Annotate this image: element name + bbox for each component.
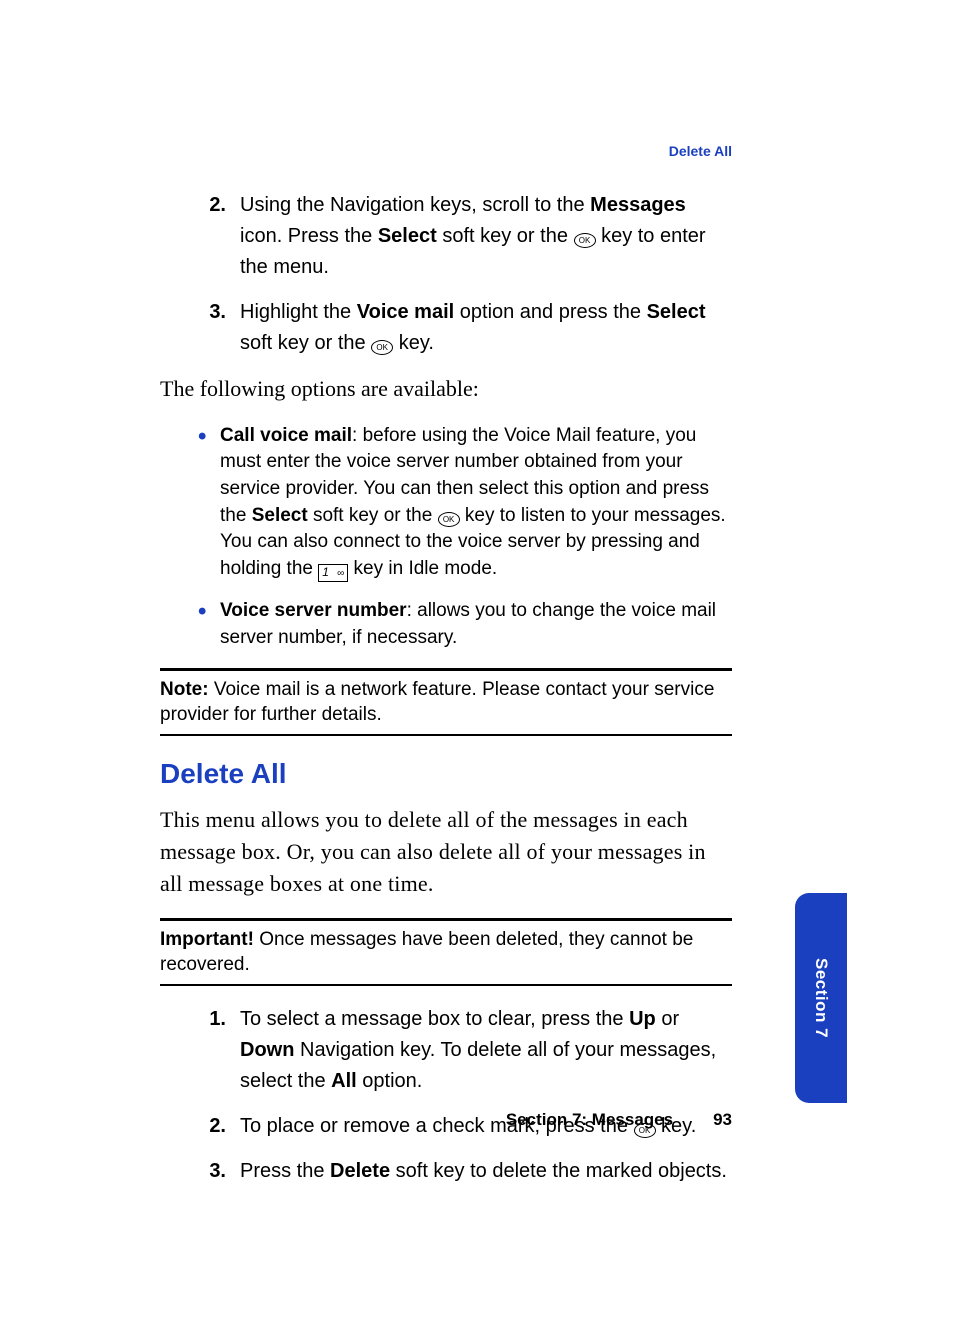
numbered-steps-1: 2. Using the Navigation keys, scroll to … xyxy=(160,190,732,359)
step-number: 3. xyxy=(160,1156,240,1187)
text: key in Idle mode. xyxy=(348,558,497,579)
step-body: Highlight the Voice mail option and pres… xyxy=(240,297,732,359)
bullet-list: Call voice mail: before using the Voice … xyxy=(160,423,732,652)
text: or xyxy=(656,1008,679,1030)
text: soft key or the xyxy=(240,332,371,354)
step-3: 3. Highlight the Voice mail option and p… xyxy=(160,297,732,359)
step-number: 2. xyxy=(160,190,240,283)
bold: Voice mail xyxy=(357,301,454,323)
text: Using the Navigation keys, scroll to the xyxy=(240,194,590,216)
step-3: 3. Press the Delete soft key to delete t… xyxy=(160,1156,732,1187)
step-body: To select a message box to clear, press … xyxy=(240,1004,732,1097)
text: soft key or the xyxy=(308,505,438,526)
important-label: Important! xyxy=(160,929,254,950)
bullet-item: Call voice mail: before using the Voice … xyxy=(160,423,732,583)
step-body: Press the Delete soft key to delete the … xyxy=(240,1156,732,1187)
section-intro: This menu allows you to delete all of th… xyxy=(160,804,732,900)
bold: Select xyxy=(378,225,437,247)
note-label: Note: xyxy=(160,679,209,700)
bold: All xyxy=(331,1070,357,1092)
step-1: 1. To select a message box to clear, pre… xyxy=(160,1004,732,1097)
numbered-steps-2: 1. To select a message box to clear, pre… xyxy=(160,1004,732,1187)
text: Highlight the xyxy=(240,301,357,323)
text: To select a message box to clear, press … xyxy=(240,1008,629,1030)
bold: Delete xyxy=(330,1160,390,1182)
bullet-lead: Voice server number xyxy=(220,600,407,621)
text: option and press the xyxy=(454,301,646,323)
page-footer: Section 7: Messages 93 xyxy=(160,1110,732,1130)
text: soft key to delete the marked objects. xyxy=(390,1160,727,1182)
text: Navigation key. To delete all of your me… xyxy=(240,1039,716,1092)
footer-section: Section 7: Messages xyxy=(506,1110,673,1130)
step-body: Using the Navigation keys, scroll to the… xyxy=(240,190,732,283)
bullet-item: Voice server number: allows you to chang… xyxy=(160,598,732,651)
divider xyxy=(160,918,732,921)
one-key-icon: 1 xyxy=(318,564,348,582)
bullet-lead: Call voice mail xyxy=(220,425,352,446)
text: icon. Press the xyxy=(240,225,378,247)
text: key. xyxy=(393,332,434,354)
bold: Select xyxy=(252,505,308,526)
intro-paragraph: The following options are available: xyxy=(160,373,732,405)
text: soft key or the xyxy=(437,225,574,247)
divider xyxy=(160,984,732,986)
note-block: Note: Voice mail is a network feature. P… xyxy=(160,677,732,728)
divider xyxy=(160,734,732,736)
divider xyxy=(160,668,732,671)
section-tab: Section 7 xyxy=(795,893,847,1103)
bold: Messages xyxy=(590,194,686,216)
note-text: Voice mail is a network feature. Please … xyxy=(160,679,714,726)
header-topic-link: Delete All xyxy=(669,143,732,159)
section-heading: Delete All xyxy=(160,758,732,790)
page-content: Delete All 2. Using the Navigation keys,… xyxy=(160,145,732,1201)
text: option. xyxy=(357,1070,423,1092)
bold: Down xyxy=(240,1039,294,1061)
ok-key-icon: OK xyxy=(438,512,460,527)
footer-page-number: 93 xyxy=(713,1110,732,1130)
step-number: 3. xyxy=(160,297,240,359)
section-tab-label: Section 7 xyxy=(811,958,831,1038)
bold: Select xyxy=(647,301,706,323)
step-2: 2. Using the Navigation keys, scroll to … xyxy=(160,190,732,283)
bold: Up xyxy=(629,1008,656,1030)
ok-key-icon: OK xyxy=(574,233,596,248)
text: Press the xyxy=(240,1160,330,1182)
important-block: Important! Once messages have been delet… xyxy=(160,927,732,978)
ok-key-icon: OK xyxy=(371,340,393,355)
step-number: 1. xyxy=(160,1004,240,1097)
